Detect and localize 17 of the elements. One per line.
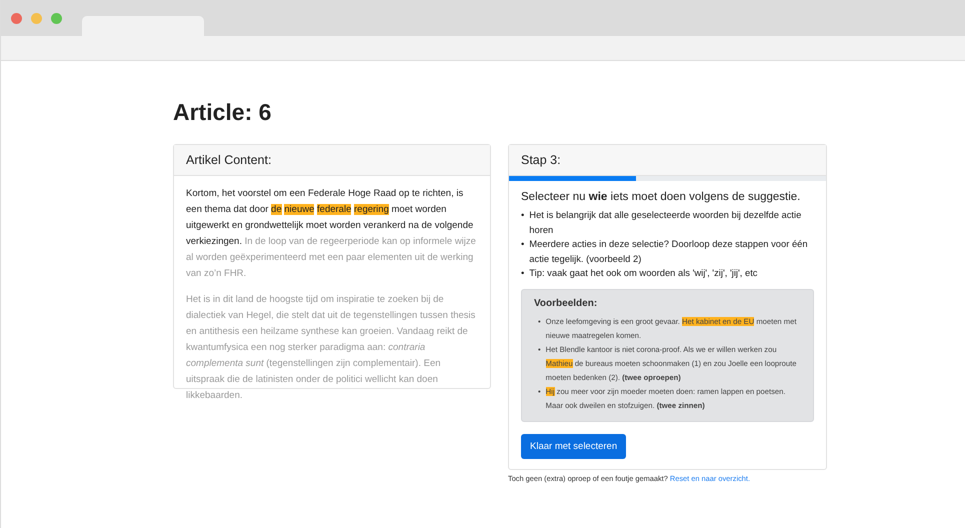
tip-item: Het is belangrijk dat alle geselecteerde woorden bij dezelfde actie horen <box>529 208 802 236</box>
article-paragraph: Kortom, het voorstel om een Federale Hoge Raad op te richten, is een thema dat door de nieuwe federale regering moet worden uitgewerkt en grondwettelijk moet worden verankerd na de volgende verkiezingen. In de loop van de regeerperiode kan op informele wijze al worden geëxperimenteerd met een paar elementen uit de werking van zo’n FHR. <box>186 187 477 281</box>
tip-item: Tip: vaak gaat het ook om woorden als 'wij', 'zij', 'jij', etc <box>529 266 758 280</box>
instruction-text: Selecteer nu wie iets moet doen volgens de suggestie. <box>521 191 802 203</box>
bullet: • <box>521 237 524 251</box>
bullet: • <box>521 266 524 280</box>
minimize-icon[interactable] <box>31 12 42 24</box>
maximize-icon[interactable] <box>51 12 62 24</box>
done-button[interactable]: Klaar met selecteren <box>521 434 626 458</box>
bullet: • <box>521 208 524 222</box>
examples-title: Voorbeelden: <box>534 298 598 308</box>
page-title: Article: 6 <box>173 99 272 126</box>
close-icon[interactable] <box>11 12 22 24</box>
article-paragraph: Het is in dit land de hoogste tijd om inspiratie te zoeken bij de dialectiek van Hegel, die stelt dat uit de tegenstellingen tussen thesis en antithesis een heilzame synthese kan groeien. Vandaag reikt de kwantumfysica een nog sterker paradigma aan: contraria complementa sunt (tegenstellingen zijn complementair). Een uitspraak die de latinisten onder de politici wellicht kan doen likkebaarden. <box>186 293 476 403</box>
card-header: Stap 3: <box>509 145 826 176</box>
tip-item: Meerdere acties in deze selectie? Doorloop deze stappen voor één actie tegelijk. (voorbeeld 2) <box>529 237 809 266</box>
card-header: Artikel Content: <box>174 145 490 176</box>
